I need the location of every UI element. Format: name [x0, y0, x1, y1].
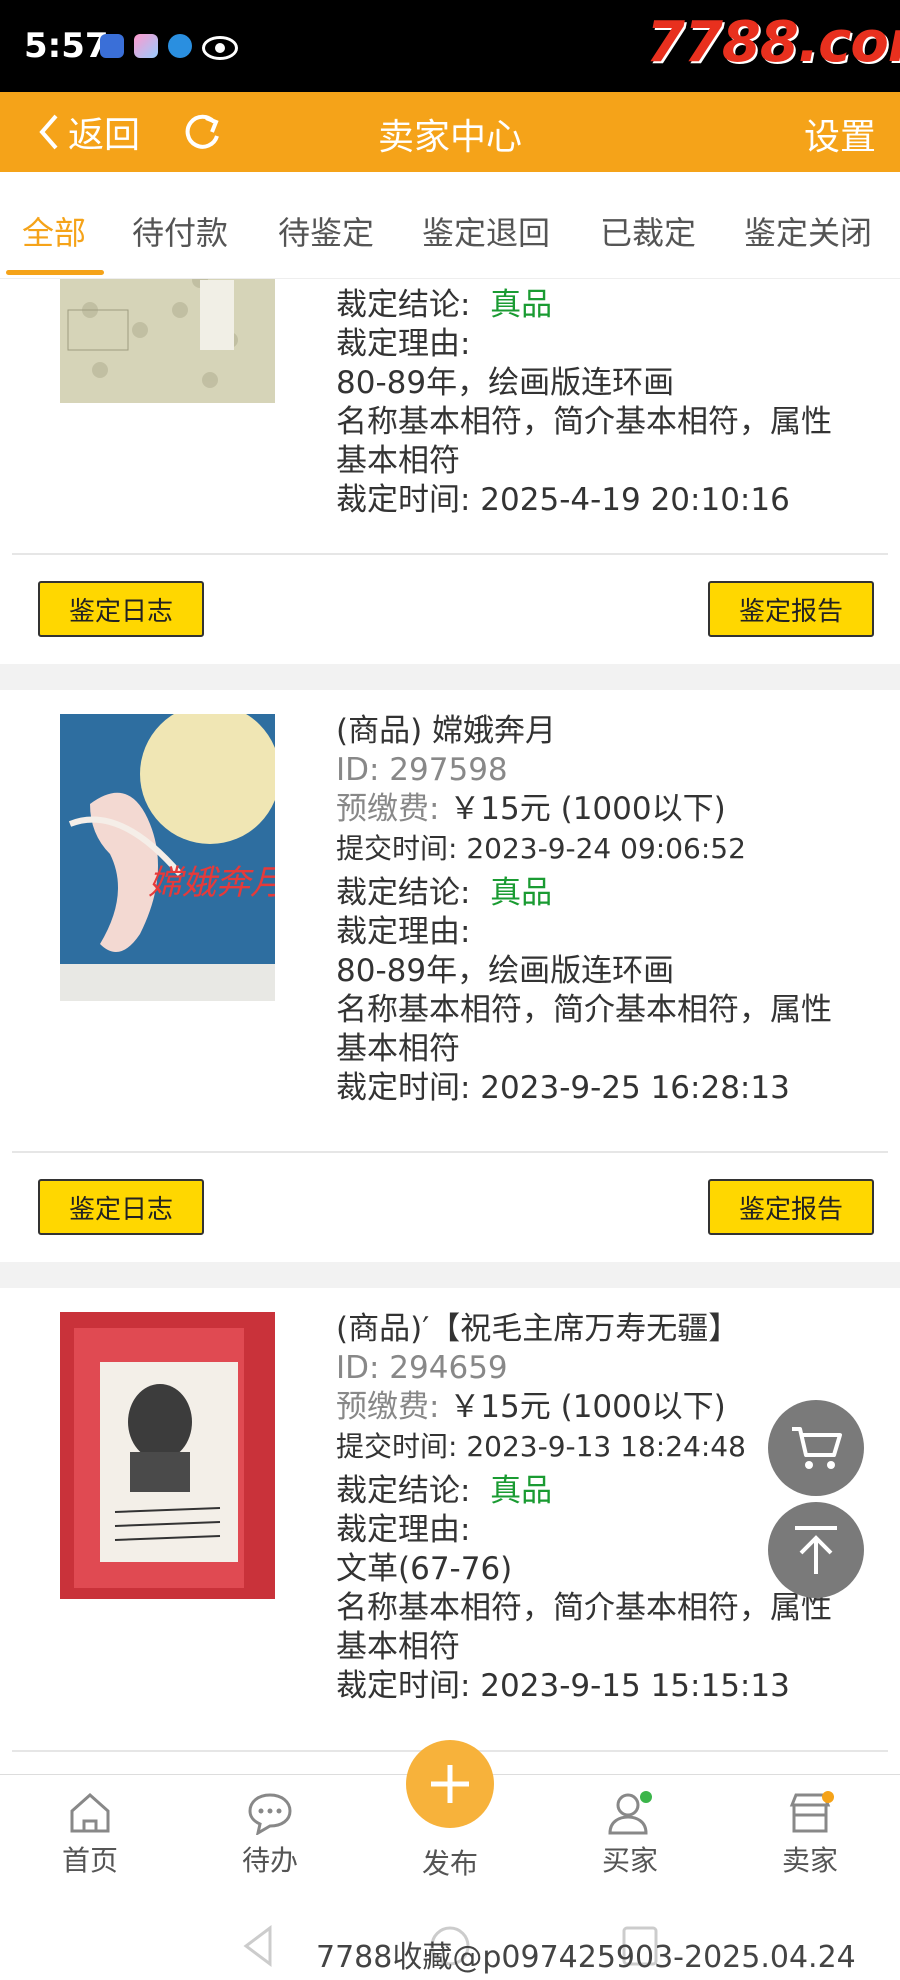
gallery-notification-icon	[134, 34, 158, 58]
eye-icon	[202, 36, 238, 60]
conclusion-value: 真品	[490, 875, 553, 911]
item-name[interactable]: (商品) 嫦娥奔月	[336, 712, 832, 751]
submit-time: 提交时间: 2023-9-24 09:06:52	[336, 832, 746, 865]
item-2-info: (商品) 嫦娥奔月 ID: 297598 预缴费: ￥15元 (1000以下) …	[336, 712, 832, 1108]
browser-notification-icon	[168, 34, 192, 58]
back-to-top-button[interactable]	[768, 1502, 864, 1598]
settings-button[interactable]: 设置	[804, 108, 876, 160]
status-bar: 5:57 7788.com	[0, 0, 900, 92]
tab-pending-payment[interactable]: 待付款	[132, 208, 228, 254]
item-3-info: (商品)′【祝毛主席万寿无疆】 ID: 294659 预缴费: ￥15元 (10…	[336, 1310, 832, 1706]
app-notification-icon	[100, 34, 124, 58]
nav-todo[interactable]: 待办	[210, 1791, 330, 1879]
tab-bar: 全部 待付款 待鉴定 鉴定退回 已裁定 鉴定关闭	[0, 172, 900, 279]
nav-todo-label: 待办	[241, 1844, 298, 1877]
publish-label[interactable]: 发布	[400, 1842, 500, 1882]
content-area: 裁定结论: 真品 裁定理由: 80-89年，绘画版连环画 名称基本相符，简介基本…	[0, 0, 900, 1980]
store-icon	[789, 1791, 834, 1833]
section-gap	[0, 664, 900, 690]
section-gap	[0, 1262, 900, 1288]
conclusion-label: 裁定结论:	[336, 287, 471, 323]
ruling-time: 裁定时间: 2025-4-19 20:10:16	[336, 482, 790, 518]
item-3-thumbnail[interactable]	[60, 1312, 275, 1599]
fee-value: ￥15元 (1000以下)	[449, 791, 726, 827]
active-tab-indicator	[6, 270, 104, 275]
cart-icon	[792, 1427, 842, 1469]
reason-line: 名称基本相符，简介基本相符，属性	[336, 1590, 832, 1626]
divider	[12, 553, 888, 555]
conclusion-value: 真品	[490, 1473, 553, 1509]
item-1-info: 裁定结论: 真品 裁定理由: 80-89年，绘画版连环画 名称基本相符，简介基本…	[336, 286, 832, 520]
ruling-time: 裁定时间: 2023-9-25 16:28:13	[336, 1070, 790, 1106]
reason-line: 基本相符	[336, 1031, 460, 1067]
back-triangle-icon[interactable]	[240, 1924, 276, 1968]
page-title: 卖家中心	[377, 117, 522, 158]
conclusion-label: 裁定结论:	[336, 1473, 471, 1509]
reason-line: 基本相符	[336, 1629, 460, 1665]
divider	[12, 1151, 888, 1153]
report-button[interactable]: 鉴定报告	[708, 581, 874, 637]
tab-all[interactable]: 全部	[22, 208, 86, 254]
reason-line: 80-89年，绘画版连环画	[336, 953, 675, 989]
item-id: ID: 297598	[336, 752, 508, 788]
item-name[interactable]: (商品)′【祝毛主席万寿无疆】	[336, 1310, 832, 1349]
app-header: 返回 卖家中心 设置	[0, 92, 900, 172]
conclusion-label: 裁定结论:	[336, 875, 471, 911]
tab-appraisal-closed[interactable]: 鉴定关闭	[744, 208, 872, 254]
submit-time: 提交时间: 2023-9-13 18:24:48	[336, 1430, 746, 1463]
reason-label: 裁定理由:	[336, 1512, 471, 1548]
reason-line: 名称基本相符，简介基本相符，属性	[336, 992, 832, 1028]
status-time: 5:57	[24, 26, 109, 66]
svg-text:嫦娥奔月: 嫦娥奔月	[148, 863, 275, 903]
plus-icon	[431, 1765, 469, 1803]
item-id: ID: 294659	[336, 1350, 508, 1386]
ruling-time: 裁定时间: 2023-9-15 15:15:13	[336, 1668, 790, 1704]
reason-label: 裁定理由:	[336, 914, 471, 950]
fee-label: 预缴费:	[336, 1389, 440, 1425]
chat-icon	[248, 1793, 292, 1835]
arrow-up-icon	[795, 1526, 837, 1574]
site-watermark: 7788.com	[646, 10, 900, 75]
reason-line: 文革(67-76)	[336, 1551, 513, 1587]
nav-home-label: 首页	[61, 1844, 118, 1877]
reason-label: 裁定理由:	[336, 326, 471, 362]
nav-seller[interactable]: 卖家	[750, 1791, 870, 1879]
nav-seller-label: 卖家	[781, 1844, 838, 1877]
tab-pending-appraisal[interactable]: 待鉴定	[278, 208, 374, 254]
user-icon	[608, 1791, 652, 1835]
nav-home[interactable]: 首页	[30, 1791, 150, 1879]
footer-watermark: 7788收藏@p097425903-2025.04.24	[316, 1940, 856, 1975]
tab-ruled[interactable]: 已裁定	[600, 208, 696, 254]
fee-label: 预缴费:	[336, 791, 440, 827]
reason-line: 名称基本相符，简介基本相符，属性	[336, 404, 832, 440]
home-icon	[70, 1792, 110, 1833]
conclusion-value: 真品	[490, 287, 553, 323]
item-2-thumbnail[interactable]: 嫦娥奔月	[60, 714, 275, 1001]
report-button[interactable]: 鉴定报告	[708, 1179, 874, 1235]
log-button[interactable]: 鉴定日志	[38, 581, 204, 637]
fee-value: ￥15元 (1000以下)	[449, 1389, 726, 1425]
reason-line: 80-89年，绘画版连环画	[336, 365, 675, 401]
cart-button[interactable]	[768, 1400, 864, 1496]
publish-button[interactable]	[406, 1740, 494, 1828]
tab-appraisal-returned[interactable]: 鉴定退回	[422, 208, 550, 254]
nav-buyer[interactable]: 买家	[570, 1791, 690, 1879]
reason-line: 基本相符	[336, 443, 460, 479]
log-button[interactable]: 鉴定日志	[38, 1179, 204, 1235]
nav-buyer-label: 买家	[601, 1844, 658, 1877]
status-icons	[100, 34, 238, 60]
system-nav-bar: 7788收藏@p097425903-2025.04.24	[0, 1880, 900, 1980]
